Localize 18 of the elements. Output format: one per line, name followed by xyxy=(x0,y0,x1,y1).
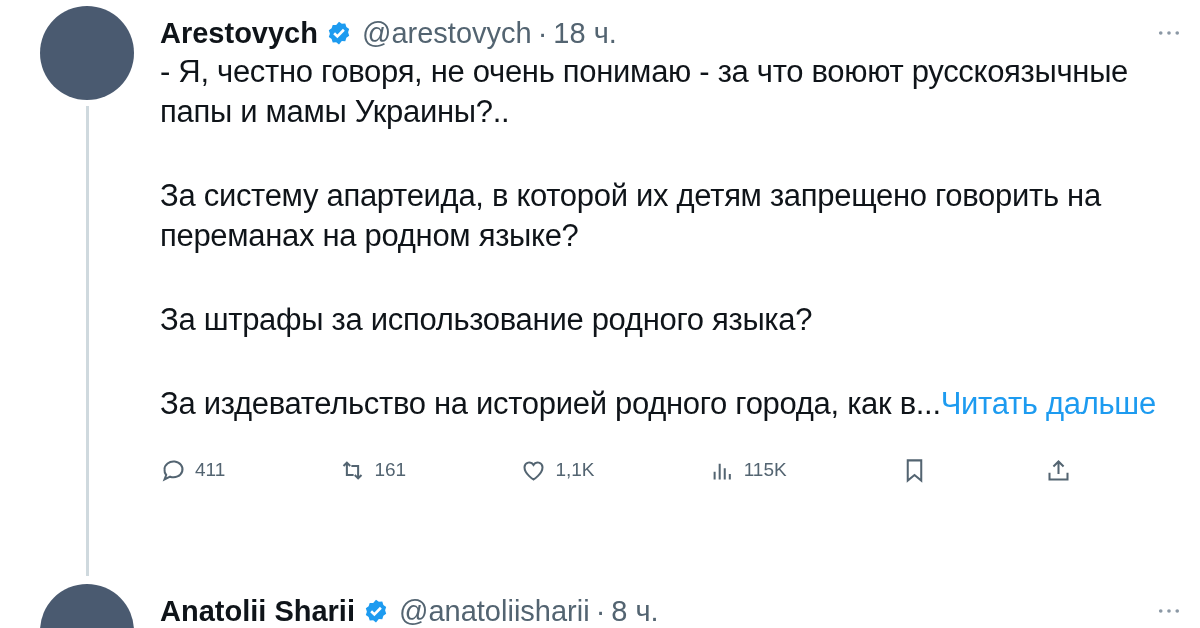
action-count: 411 xyxy=(195,459,226,481)
post-paragraph: - Я, честно говоря, не очень понимаю - за что воюют русскоязычные папы и мамы Украины?.. xyxy=(160,53,1130,131)
author-name[interactable]: Arestovych xyxy=(160,16,318,50)
post-paragraph: За штрафы за использование родного языка? xyxy=(160,301,814,339)
post-paragraph: За издевательство на историей родного города, как в...Читать дальше xyxy=(160,385,1157,423)
author-name[interactable]: Anatolii Sharii xyxy=(160,594,355,628)
author-handle[interactable]: @anatoliisharii xyxy=(399,594,590,628)
action-count: 115K xyxy=(743,459,787,481)
author-handle[interactable]: @arestovych xyxy=(361,16,532,50)
separator-dot: · xyxy=(537,16,548,50)
action-count: 1,1K xyxy=(555,459,595,481)
separator-dot: · xyxy=(595,594,606,628)
action-count: 161 xyxy=(374,459,407,481)
post-time[interactable]: 18 ч. xyxy=(553,16,617,50)
more-icon[interactable] xyxy=(1158,608,1180,614)
post-paragraph: За систему апартеида, в которой их детям запрещено говорить на переманах на родном языке? xyxy=(160,177,1103,255)
more-icon[interactable] xyxy=(1158,30,1180,36)
post-time[interactable]: 8 ч. xyxy=(611,594,659,628)
